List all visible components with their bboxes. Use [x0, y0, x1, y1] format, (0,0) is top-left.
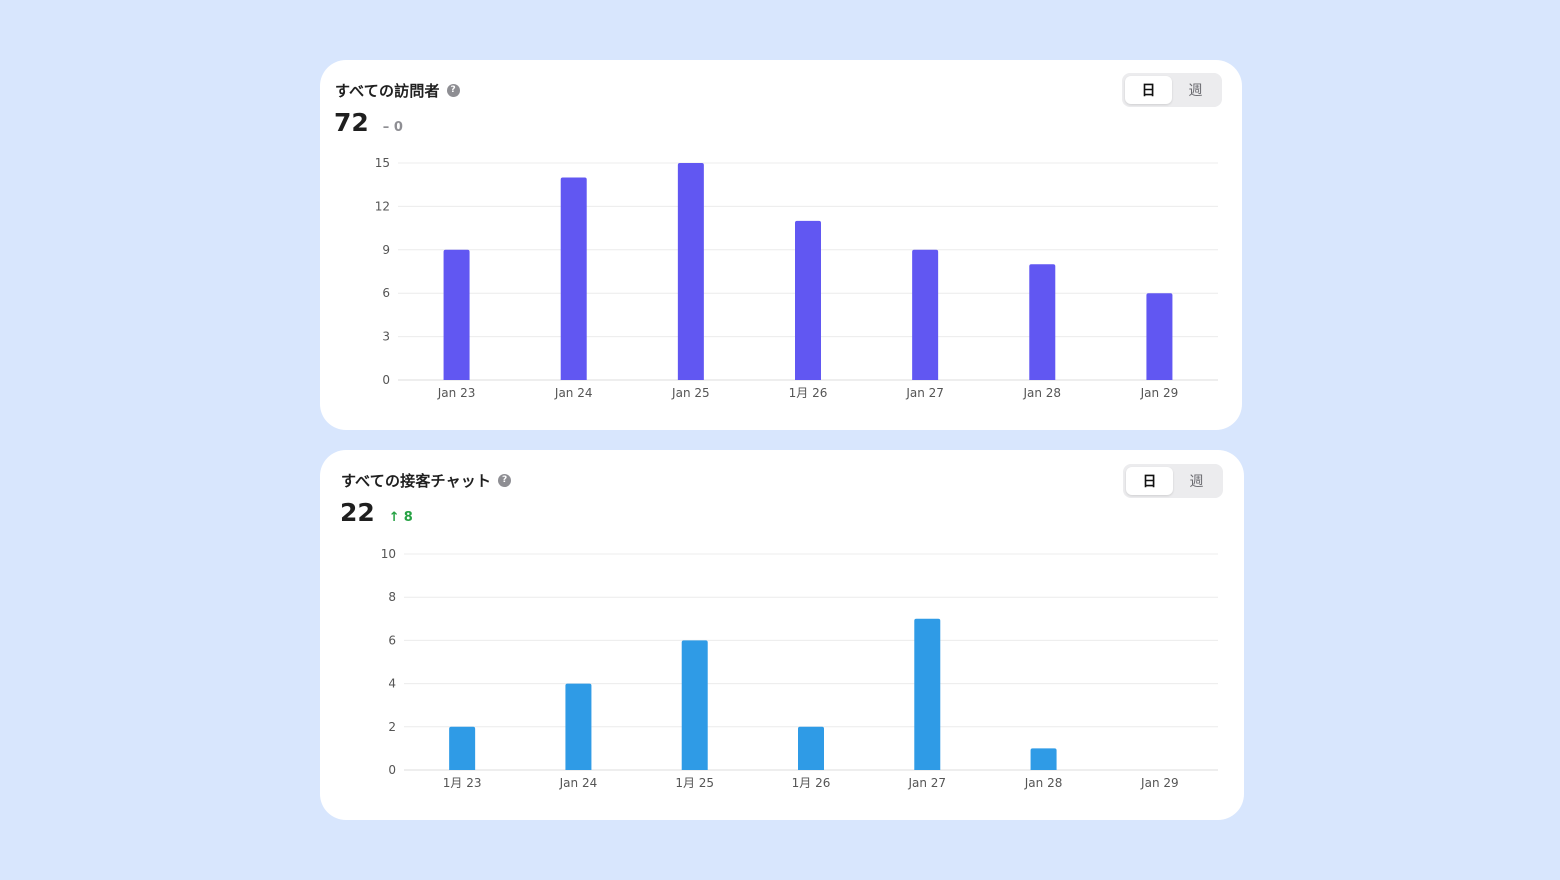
y-tick-label: 9 [382, 243, 390, 257]
x-tick-label: Jan 28 [1022, 386, 1061, 400]
y-tick-label: 6 [388, 633, 396, 647]
visitors-card: すべての訪問者 ? 72 – 0 日 週 0 3 6 9 12 15 Jan 23 Jan 2… [320, 60, 1242, 430]
visitors-bar-chart: 0 3 6 9 12 15 Jan 23 Jan 24 Jan 25 1月 26 Jan 27 Jan… [375, 156, 1218, 400]
y-tick-label: 3 [382, 330, 390, 344]
chats-card: すべての接客チャット ? 22 ↑ 8 日 週 0 2 4 6 8 10 1月 23 Jan … [320, 450, 1244, 820]
x-tick-label: Jan 23 [437, 386, 476, 400]
chats-bar-chart: 0 2 4 6 8 10 1月 23 Jan 24 1月 25 1月 26 Jan 27 Jan 28… [381, 547, 1218, 790]
bar-5[interactable] [1029, 264, 1056, 380]
x-tick-label: 1月 23 [443, 776, 482, 790]
x-tick-label: Jan 28 [1024, 776, 1063, 790]
bar-6[interactable] [1146, 293, 1173, 380]
bar-3[interactable] [795, 220, 821, 380]
x-tick-label: Jan 24 [554, 386, 593, 400]
x-tick-label: 1月 26 [789, 386, 828, 400]
bar-4[interactable] [914, 618, 941, 770]
y-tick-label: 15 [375, 156, 390, 170]
y-tick-label: 0 [382, 373, 390, 387]
x-tick-label: Jan 24 [559, 776, 598, 790]
y-tick-label: 6 [382, 286, 390, 300]
bar-0[interactable] [449, 726, 476, 770]
bar-5[interactable] [1030, 748, 1057, 770]
y-tick-label: 4 [388, 677, 396, 691]
y-tick-label: 0 [388, 763, 396, 777]
x-tick-label: 1月 25 [675, 776, 714, 790]
bar-3[interactable] [798, 726, 824, 770]
y-tick-label: 8 [388, 590, 396, 604]
x-tick-label: Jan 29 [1140, 776, 1179, 790]
bar-1[interactable] [565, 683, 592, 770]
x-tick-label: Jan 27 [905, 386, 944, 400]
bar-2[interactable] [677, 163, 704, 380]
x-tick-label: Jan 25 [671, 386, 710, 400]
bar-4[interactable] [912, 249, 939, 380]
bar-2[interactable] [681, 640, 708, 770]
bar-0[interactable] [443, 249, 470, 380]
x-tick-label: Jan 29 [1140, 386, 1179, 400]
y-tick-label: 12 [375, 199, 390, 213]
x-tick-label: Jan 27 [907, 776, 946, 790]
y-tick-label: 2 [388, 720, 396, 734]
x-tick-label: 1月 26 [792, 776, 831, 790]
y-tick-label: 10 [381, 547, 396, 561]
bar-1[interactable] [560, 177, 587, 380]
